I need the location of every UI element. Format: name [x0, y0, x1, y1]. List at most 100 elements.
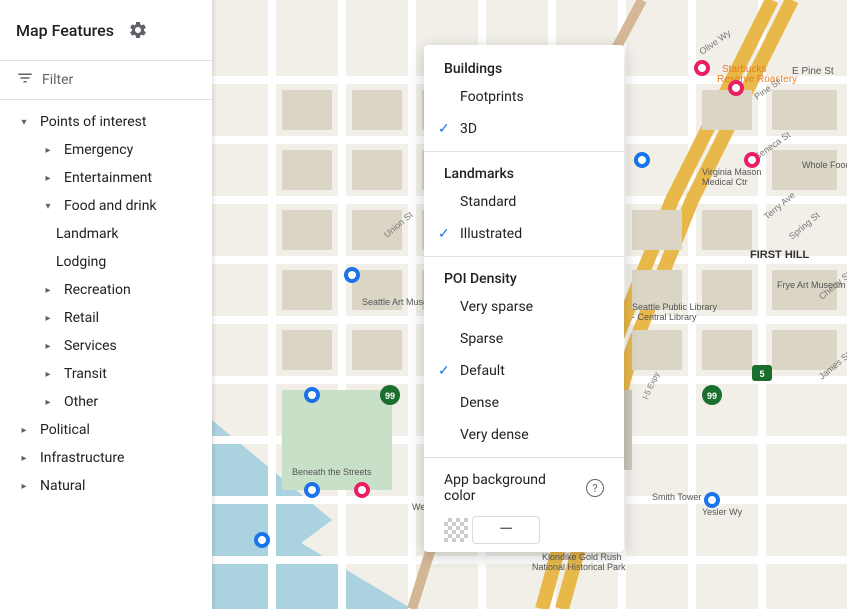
sidebar-item-natural[interactable]: ▸ Natural	[0, 472, 212, 500]
svg-text:99: 99	[707, 391, 717, 401]
chevron-right-icon: ▸	[40, 366, 56, 382]
sidebar-item-label: Infrastructure	[40, 450, 124, 466]
check-icon: ✓	[438, 226, 450, 242]
sidebar-item-transit[interactable]: ▸ Transit	[0, 360, 212, 388]
svg-text:Yesler Wy: Yesler Wy	[702, 507, 743, 517]
bg-color-label: App background color	[444, 472, 578, 504]
footprints-label: Footprints	[460, 89, 524, 105]
filter-label: Filter	[42, 72, 73, 88]
divider-3	[424, 457, 624, 458]
color-input-box[interactable]: —	[472, 516, 540, 544]
color-preview[interactable]: —	[424, 516, 624, 544]
chevron-right-icon: ▸	[40, 394, 56, 410]
sidebar-item-label: Other	[64, 394, 98, 410]
sidebar-item-lodging[interactable]: Lodging	[0, 248, 212, 276]
chevron-down-icon: ▾	[40, 198, 56, 214]
sidebar-item-points-of-interest[interactable]: ▾ Points of interest	[0, 108, 212, 136]
sidebar-item-label: Landmark	[56, 226, 119, 242]
dropdown-panel: Buildings Footprints ✓ 3D Landmarks Stan…	[424, 45, 624, 552]
poi-density-section-title: POI Density	[424, 263, 624, 291]
svg-text:Medical Ctr: Medical Ctr	[702, 177, 748, 187]
sidebar-item-label: Political	[40, 422, 90, 438]
bg-color-section: App background color ?	[424, 464, 624, 512]
chevron-right-icon: ▸	[40, 142, 56, 158]
chevron-right-icon: ▸	[40, 310, 56, 326]
svg-text:FIRST HILL: FIRST HILL	[750, 249, 810, 261]
sidebar-item-infrastructure[interactable]: ▸ Infrastructure	[0, 444, 212, 472]
sidebar-item-entertainment[interactable]: ▸ Entertainment	[0, 164, 212, 192]
sidebar-item-label: Natural	[40, 478, 85, 494]
chevron-right-icon: ▸	[40, 338, 56, 354]
help-icon[interactable]: ?	[586, 479, 604, 497]
sidebar-item-recreation[interactable]: ▸ Recreation	[0, 276, 212, 304]
very-sparse-label: Very sparse	[460, 299, 533, 315]
sidebar-header: Map Features	[0, 0, 212, 61]
svg-text:E Pine St: E Pine St	[792, 66, 834, 77]
sidebar-item-label: Lodging	[56, 254, 106, 270]
dropdown-item-footprints[interactable]: Footprints	[424, 81, 624, 113]
dropdown-item-standard[interactable]: Standard	[424, 186, 624, 218]
svg-text:Smith Tower: Smith Tower	[652, 492, 701, 502]
map-area[interactable]: E Pine St Whole Foods FIRST HILL Virgini…	[212, 0, 847, 609]
dropdown-item-sparse[interactable]: Sparse	[424, 323, 624, 355]
svg-text:Seattle Public Library: Seattle Public Library	[632, 302, 718, 312]
chevron-right-icon: ▸	[40, 170, 56, 186]
buildings-section-title: Buildings	[424, 53, 624, 81]
check-icon: ✓	[438, 363, 450, 379]
dropdown-item-dense[interactable]: Dense	[424, 387, 624, 419]
svg-text:Beneath the Streets: Beneath the Streets	[292, 467, 372, 477]
svg-text:5: 5	[759, 369, 764, 379]
illustrated-label: Illustrated	[460, 226, 522, 242]
chevron-right-icon: ▸	[16, 422, 32, 438]
sidebar-item-label: Services	[64, 338, 117, 354]
sidebar-item-emergency[interactable]: ▸ Emergency	[0, 136, 212, 164]
svg-text:Klondike Gold Rush: Klondike Gold Rush	[542, 552, 622, 562]
sidebar-item-label: Points of interest	[40, 114, 146, 130]
default-label: Default	[460, 363, 505, 379]
sidebar-item-other[interactable]: ▸ Other	[0, 388, 212, 416]
sidebar-title: Map Features	[16, 21, 114, 40]
dropdown-item-3d[interactable]: ✓ 3D	[424, 113, 624, 145]
sparse-label: Sparse	[460, 331, 503, 347]
svg-text:Virginia Mason: Virginia Mason	[702, 167, 761, 177]
dropdown-item-default[interactable]: ✓ Default	[424, 355, 624, 387]
sidebar-content: ▾ Points of interest ▸ Emergency ▸ Enter…	[0, 100, 212, 609]
dropdown-item-very-dense[interactable]: Very dense	[424, 419, 624, 451]
sidebar-item-label: Emergency	[64, 142, 133, 158]
chevron-right-icon: ▸	[16, 450, 32, 466]
svg-text:99: 99	[385, 391, 395, 401]
dropdown-item-very-sparse[interactable]: Very sparse	[424, 291, 624, 323]
dense-label: Dense	[460, 395, 499, 411]
divider-2	[424, 256, 624, 257]
sidebar-item-label: Entertainment	[64, 170, 152, 186]
landmarks-section-title: Landmarks	[424, 158, 624, 186]
standard-label: Standard	[460, 194, 516, 210]
dropdown-item-illustrated[interactable]: ✓ Illustrated	[424, 218, 624, 250]
gear-icon[interactable]	[122, 14, 154, 46]
svg-text:Reserve Roastery: Reserve Roastery	[717, 74, 797, 85]
checkerboard-icon	[444, 518, 468, 542]
sidebar-item-label: Transit	[64, 366, 107, 382]
sidebar-item-services[interactable]: ▸ Services	[0, 332, 212, 360]
sidebar-item-food-and-drink[interactable]: ▾ Food and drink	[0, 192, 212, 220]
sidebar-item-landmark[interactable]: Landmark	[0, 220, 212, 248]
sidebar-item-label: Food and drink	[64, 198, 157, 214]
check-icon: ✓	[438, 121, 450, 137]
sidebar: Map Features Filter ▾ Points of interest…	[0, 0, 212, 609]
svg-text:- Central Library: - Central Library	[632, 312, 697, 322]
filter-bar[interactable]: Filter	[0, 61, 212, 100]
very-dense-label: Very dense	[460, 427, 529, 443]
sidebar-item-label: Retail	[64, 310, 99, 326]
sidebar-item-retail[interactable]: ▸ Retail	[0, 304, 212, 332]
color-dash: —	[499, 521, 513, 539]
chevron-down-icon: ▾	[16, 114, 32, 130]
chevron-right-icon: ▸	[16, 478, 32, 494]
divider-1	[424, 151, 624, 152]
svg-text:National Historical Park: National Historical Park	[532, 562, 626, 572]
svg-text:Whole Foods: Whole Foods	[802, 160, 847, 170]
sidebar-item-label: Recreation	[64, 282, 131, 298]
filter-icon	[16, 69, 34, 91]
3d-label: 3D	[460, 121, 477, 137]
chevron-right-icon: ▸	[40, 282, 56, 298]
sidebar-item-political[interactable]: ▸ Political	[0, 416, 212, 444]
